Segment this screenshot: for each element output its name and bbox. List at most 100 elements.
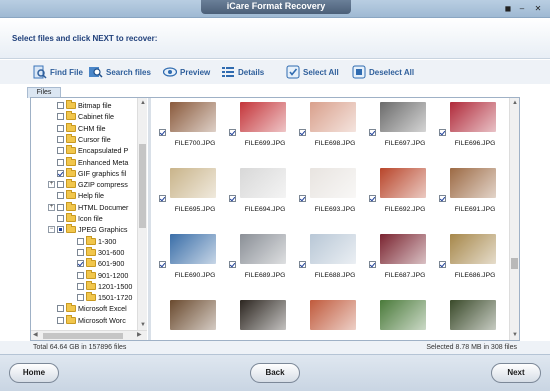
scroll-right-icon[interactable]: ▶ — [137, 331, 142, 339]
search-files-button[interactable]: Search files — [89, 65, 151, 79]
file-thumbnail[interactable] — [310, 102, 356, 132]
file-checkbox[interactable] — [299, 261, 306, 268]
file-tile[interactable]: FILE692.JPG — [369, 166, 439, 232]
file-tile[interactable] — [229, 298, 299, 340]
file-checkbox[interactable] — [369, 261, 376, 268]
tree-expander-icon[interactable]: + — [48, 203, 55, 211]
file-thumbnail[interactable] — [240, 102, 286, 132]
tree-checkbox[interactable] — [77, 260, 84, 268]
file-checkbox[interactable] — [159, 261, 166, 268]
tree-item[interactable]: Cabinet file — [57, 111, 114, 122]
file-thumbnail[interactable] — [380, 168, 426, 198]
file-tile[interactable]: FILE698.JPG — [299, 100, 369, 166]
file-tile[interactable] — [299, 298, 369, 340]
tree-checkbox[interactable] — [57, 192, 64, 200]
file-thumbnail[interactable] — [310, 300, 356, 330]
tree-item[interactable]: 601-900 — [77, 258, 124, 269]
grid-vertical-scrollbar[interactable]: ▲ ▼ — [509, 98, 519, 340]
tree-checkbox[interactable] — [57, 169, 64, 177]
tree-item[interactable]: GIF graphics fil — [57, 167, 126, 179]
tree-item[interactable]: Help file — [57, 190, 104, 201]
tree-item[interactable]: 1501-1720 — [77, 292, 132, 303]
tree-item[interactable]: + HTML Documer — [48, 201, 128, 213]
tree-checkbox[interactable] — [57, 226, 64, 234]
back-button[interactable]: Back — [250, 363, 300, 383]
file-tile[interactable] — [159, 298, 229, 340]
file-tile[interactable]: FILE690.JPG — [159, 232, 229, 298]
file-checkbox[interactable] — [439, 129, 446, 136]
file-thumbnail[interactable] — [240, 300, 286, 330]
file-thumbnail[interactable] — [240, 234, 286, 264]
file-tile[interactable] — [369, 298, 439, 340]
file-thumbnail[interactable] — [450, 168, 496, 198]
tree-item[interactable]: 901-1200 — [77, 269, 128, 281]
tree-item[interactable]: 1-300 — [77, 235, 116, 247]
tree-checkbox[interactable] — [57, 124, 64, 132]
minimize-icon[interactable]: – — [516, 4, 528, 14]
grid-scroll-down-icon[interactable]: ▼ — [512, 331, 518, 339]
tree-item[interactable]: Enhanced Meta — [57, 156, 128, 168]
file-checkbox[interactable] — [439, 261, 446, 268]
file-checkbox[interactable] — [439, 195, 446, 202]
file-checkbox[interactable] — [159, 129, 166, 136]
tree-item[interactable]: Bitmap file — [57, 100, 112, 111]
tree-item[interactable]: Icon file — [57, 213, 103, 224]
restore-icon[interactable]: ◼ — [502, 4, 514, 14]
tree-checkbox[interactable] — [57, 147, 64, 155]
tree-vertical-scrollbar[interactable]: ▲ ▼ — [137, 98, 147, 330]
file-tile[interactable]: FILE699.JPG — [229, 100, 299, 166]
file-checkbox[interactable] — [159, 195, 166, 202]
file-checkbox[interactable] — [299, 195, 306, 202]
find-file-button[interactable]: Find File — [33, 65, 83, 79]
tree-scroll-thumb[interactable] — [139, 144, 146, 228]
tree-item[interactable]: Microsoft Worc — [57, 314, 126, 326]
tree-horizontal-scrollbar[interactable]: ◀ ▶ — [31, 330, 147, 340]
tree-checkbox[interactable] — [57, 102, 64, 109]
file-thumbnail[interactable] — [380, 234, 426, 264]
tree-checkbox[interactable] — [57, 158, 64, 166]
tree-checkbox[interactable] — [77, 248, 84, 256]
tree-checkbox[interactable] — [57, 181, 64, 189]
tree-checkbox[interactable] — [57, 316, 64, 324]
file-checkbox[interactable] — [299, 129, 306, 136]
tree-item[interactable]: − JPEG Graphics — [48, 224, 128, 235]
close-icon[interactable]: ✕ — [532, 4, 544, 14]
tree-item[interactable]: Microsoft Excel — [57, 303, 127, 314]
file-tile[interactable]: FILE697.JPG — [369, 100, 439, 166]
file-checkbox[interactable] — [369, 129, 376, 136]
tree-item[interactable]: Encapsulated P — [57, 145, 128, 156]
file-thumbnail[interactable] — [380, 300, 426, 330]
file-checkbox[interactable] — [229, 261, 236, 268]
grid-scroll-up-icon[interactable]: ▲ — [512, 99, 518, 107]
file-tile[interactable]: FILE688.JPG — [299, 232, 369, 298]
file-thumbnail[interactable] — [170, 300, 216, 330]
file-tile[interactable]: FILE691.JPG — [439, 166, 509, 232]
tree-expander-icon[interactable]: + — [48, 181, 55, 189]
file-checkbox[interactable] — [229, 129, 236, 136]
file-tile[interactable]: FILE695.JPG — [159, 166, 229, 232]
file-thumbnail[interactable] — [310, 168, 356, 198]
file-thumbnail[interactable] — [450, 300, 496, 330]
tree-checkbox[interactable] — [57, 305, 64, 313]
deselect-all-button[interactable]: Deselect All — [352, 65, 414, 79]
scroll-up-icon[interactable]: ▲ — [140, 99, 146, 107]
tree-item[interactable]: + GZIP compress — [48, 179, 128, 190]
file-tile[interactable]: FILE696.JPG — [439, 100, 509, 166]
file-thumbnail[interactable] — [310, 234, 356, 264]
tree-item[interactable]: CHM file — [57, 122, 106, 134]
tree-checkbox[interactable] — [57, 135, 64, 143]
file-tile[interactable]: FILE689.JPG — [229, 232, 299, 298]
file-thumbnail[interactable] — [380, 102, 426, 132]
file-thumbnail[interactable] — [170, 102, 216, 132]
home-button[interactable]: Home — [9, 363, 59, 383]
file-thumbnail[interactable] — [450, 102, 496, 132]
tree-checkbox[interactable] — [57, 113, 64, 121]
file-thumbnail[interactable] — [170, 168, 216, 198]
file-tile[interactable]: FILE700.JPG — [159, 100, 229, 166]
file-thumbnail[interactable] — [170, 234, 216, 264]
file-checkbox[interactable] — [229, 195, 236, 202]
file-thumbnail[interactable] — [450, 234, 496, 264]
scroll-left-icon[interactable]: ◀ — [33, 331, 38, 339]
scroll-down-icon[interactable]: ▼ — [140, 321, 146, 329]
grid-scroll-thumb[interactable] — [511, 258, 518, 269]
